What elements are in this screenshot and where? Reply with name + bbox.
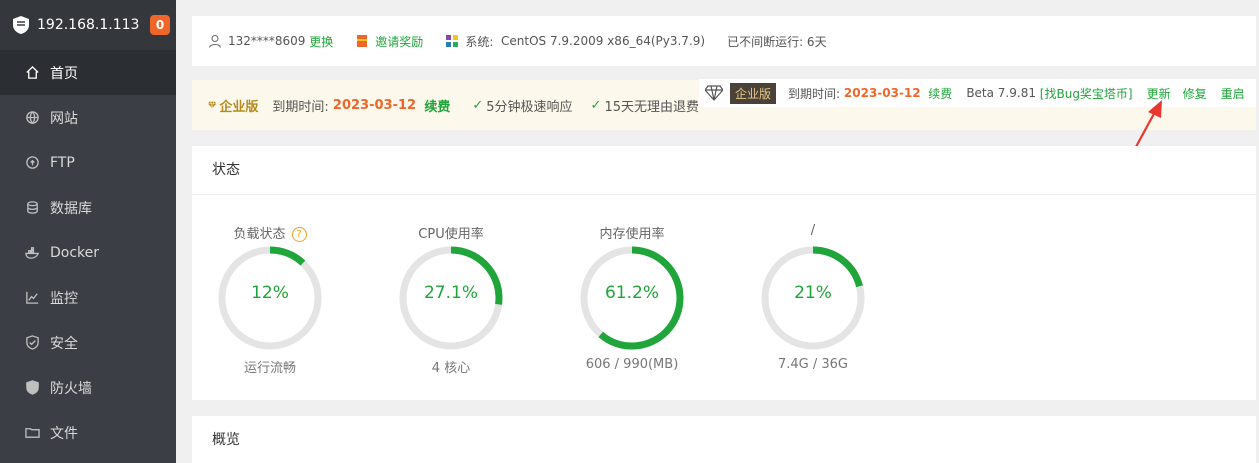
message-badge[interactable]: 0 <box>150 15 170 35</box>
feature-refund: 15天无理由退费 <box>604 99 699 115</box>
invite-reward-link[interactable]: 邀请奖励 <box>375 33 423 50</box>
sidebar-item-ftp[interactable]: FTP <box>0 140 176 185</box>
gauge-value: 12% <box>251 283 289 303</box>
gauge-sub: 7.4G / 36G <box>777 357 848 372</box>
system-label: 系统: <box>465 34 494 49</box>
gauge-row: 负载状态? 12% 运行流畅 CPU使用率 27.1% 4 核心 内存使用率 6… <box>192 195 1256 399</box>
uptime-text: 已不间断运行: 6天 <box>727 34 827 49</box>
check-icon: ✓ <box>590 97 602 113</box>
renew-link-right[interactable]: 续费 <box>928 85 952 102</box>
expire-date: 2023-03-12 <box>332 97 417 113</box>
sidebar-item-label: 安全 <box>50 335 78 352</box>
sidebar-item-security[interactable]: 安全 <box>0 320 176 365</box>
change-account-link[interactable]: 更换 <box>309 33 333 50</box>
expire-label-right: 到期时间: <box>788 86 841 101</box>
expire-date-right: 2023-03-12 <box>843 86 921 100</box>
sidebar-item-home[interactable]: 首页 <box>0 50 176 95</box>
gauge-label: / <box>810 223 816 238</box>
sidebar-item-label: 文件 <box>50 425 78 442</box>
sidebar-item-label: 首页 <box>50 65 78 82</box>
uptime-segment: 已不间断运行: 6天 <box>727 33 827 50</box>
enterprise-left: 企业版 到期时间: 2023-03-12 续费 ✓ 5分钟极速响应 ✓ 15天无… <box>192 80 699 130</box>
database-icon <box>24 200 40 216</box>
account-info-bar: 132****8609 更换 邀请奖励 系统: CentOS 7.9.2009 … <box>192 16 1256 66</box>
gauge-value: 61.2% <box>604 283 659 303</box>
diamond-icon <box>208 101 217 109</box>
sidebar-item-firewall[interactable]: 防火墙 <box>0 365 176 410</box>
server-ip: 192.168.1.113 <box>37 17 140 33</box>
gauge-sub: 606 / 990(MB) <box>585 357 679 372</box>
status-card: 状态 负载状态? 12% 运行流畅 CPU使用率 27.1% 4 核心 内存使用… <box>192 146 1256 400</box>
gauge-label-text: 负载状态 <box>233 227 286 242</box>
enterprise-bar: 企业版 到期时间: 2023-03-12 续费 ✓ 5分钟极速响应 ✓ 15天无… <box>192 79 1256 130</box>
system-segment: 系统: CentOS 7.9.2009 x86_64(Py3.7.9) <box>445 33 705 50</box>
gauge-sub: 运行流畅 <box>243 361 296 376</box>
sidebar-item-label: FTP <box>50 154 75 171</box>
sidebar-item-label: 网站 <box>50 110 78 127</box>
sidebar-item-website[interactable]: 网站 <box>0 95 176 140</box>
diamond-outline-icon <box>705 85 723 101</box>
gift-icon <box>357 35 368 47</box>
sidebar-item-monitor[interactable]: 监控 <box>0 275 176 320</box>
folder-icon <box>24 425 40 441</box>
feature-fast-response: 5分钟极速响应 <box>486 99 573 115</box>
enterprise-title: 企业版 <box>219 99 259 115</box>
enterprise-right: 企业版 到期时间: 2023-03-12 续费 Beta 7.9.81 [找Bu… <box>699 79 1256 107</box>
globe-icon <box>24 110 40 126</box>
gauge-label: 负载状态? <box>180 223 360 242</box>
status-title: 状态 <box>192 146 1256 195</box>
sidebar-item-label: 防火墙 <box>50 380 92 397</box>
bt-logo-icon <box>13 16 29 34</box>
gauge-label: CPU使用率 <box>418 227 484 242</box>
user-icon <box>209 35 221 48</box>
overview-card: 概览 <box>192 416 1256 463</box>
expire-label: 到期时间: <box>272 99 329 115</box>
gauge-value: 21% <box>794 283 832 303</box>
system-icon <box>446 35 459 47</box>
sidebar-item-docker[interactable]: Docker <box>0 230 176 275</box>
user-segment: 132****8609 更换 <box>208 33 333 50</box>
bug-bounty-link[interactable]: [找Bug奖宝塔币] <box>1040 85 1133 102</box>
sidebar-header: 192.168.1.113 0 <box>0 0 176 50</box>
gauge-label: 内存使用率 <box>599 227 665 242</box>
sidebar-item-label: Docker <box>50 244 100 261</box>
user-phone: 132****8609 <box>228 34 306 48</box>
help-icon[interactable]: ? <box>291 227 307 242</box>
docker-icon <box>24 245 40 261</box>
enterprise-tag: 企业版 <box>730 82 777 104</box>
monitor-icon <box>24 290 40 306</box>
gauge-value: 27.1% <box>423 283 478 303</box>
restart-link[interactable]: 重启 <box>1221 85 1245 102</box>
shield-icon <box>24 335 40 351</box>
sidebar: 192.168.1.113 0 首页 网站 FTP 数据库 Docker 监控 … <box>0 0 176 463</box>
sidebar-item-label: 监控 <box>50 290 78 307</box>
firewall-icon <box>24 380 40 396</box>
invite-segment[interactable]: 邀请奖励 <box>355 33 423 50</box>
overview-title: 概览 <box>212 432 240 448</box>
renew-link[interactable]: 续费 <box>424 96 450 115</box>
check-icon: ✓ <box>472 97 484 113</box>
gauge-sub: 4 核心 <box>431 361 471 376</box>
version-text: Beta 7.9.81 <box>966 86 1036 100</box>
sidebar-item-database[interactable]: 数据库 <box>0 185 176 230</box>
sidebar-item-files[interactable]: 文件 <box>0 410 176 455</box>
home-icon <box>24 65 40 81</box>
repair-link[interactable]: 修复 <box>1183 85 1207 102</box>
sidebar-item-label: 数据库 <box>50 200 92 217</box>
ftp-icon <box>24 155 40 171</box>
update-link[interactable]: 更新 <box>1147 85 1171 102</box>
system-value: CentOS 7.9.2009 x86_64(Py3.7.9) <box>501 34 706 48</box>
